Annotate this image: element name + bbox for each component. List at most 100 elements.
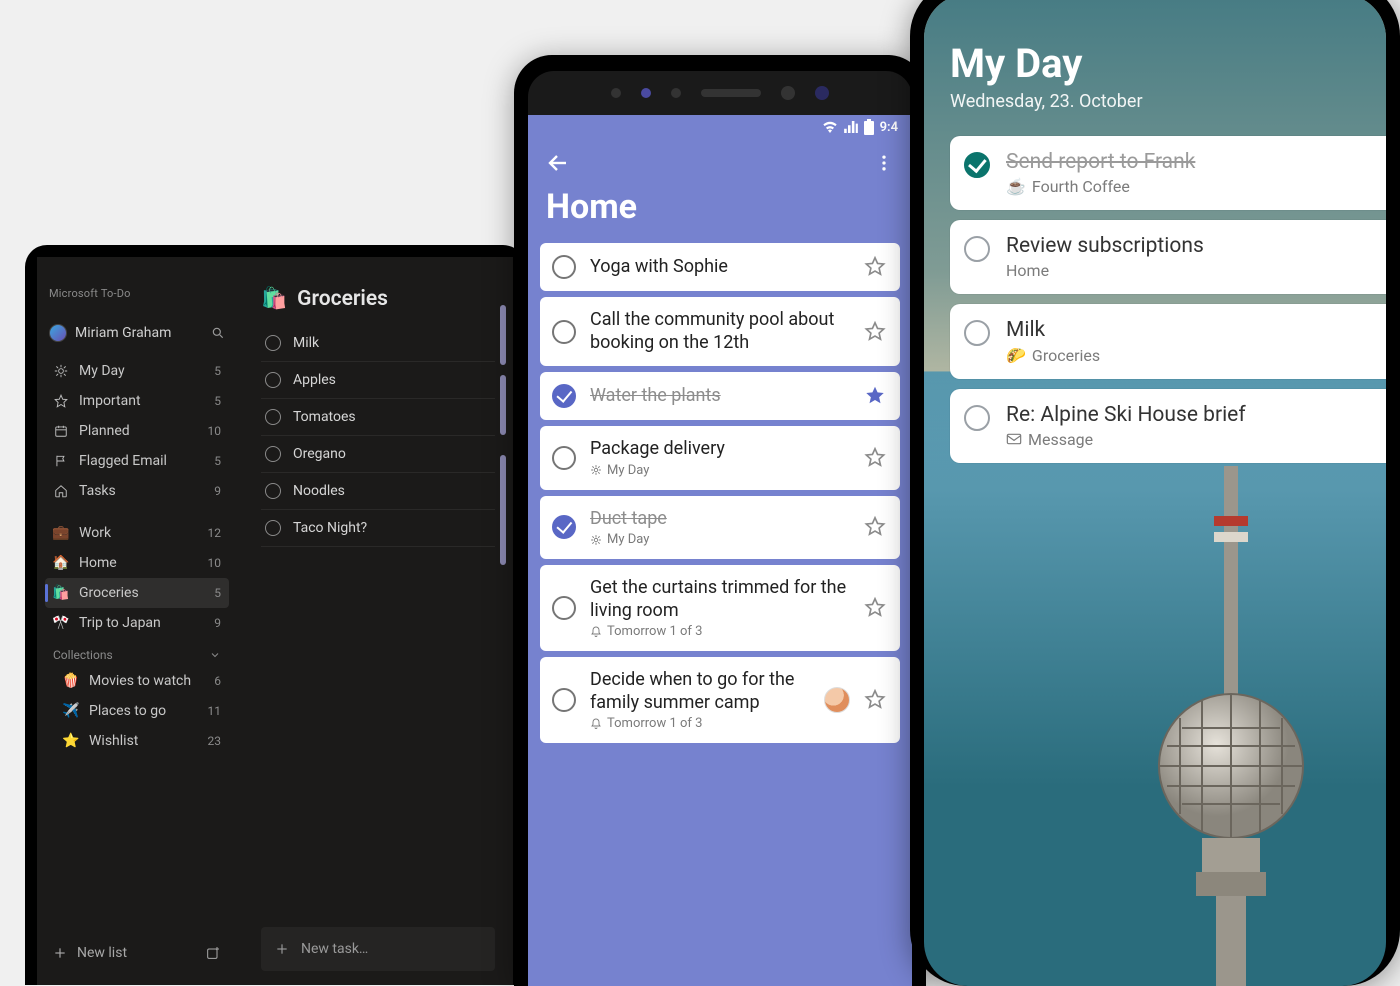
star-toggle[interactable]: [864, 446, 888, 470]
star-toggle[interactable]: [864, 384, 888, 408]
complete-toggle[interactable]: [552, 255, 576, 279]
complete-toggle[interactable]: [552, 446, 576, 470]
complete-toggle[interactable]: [265, 335, 281, 351]
star-toggle[interactable]: [864, 320, 888, 344]
complete-toggle[interactable]: [964, 320, 990, 346]
task-title: Milk: [1006, 318, 1372, 343]
cal-icon: [53, 423, 69, 439]
task-row[interactable]: Milk: [261, 325, 495, 362]
task-card[interactable]: Call the community pool about booking on…: [540, 297, 900, 366]
task-card[interactable]: Decide when to go for the family summer …: [540, 657, 900, 743]
volume-down-button[interactable]: [500, 375, 506, 435]
task-body: Package deliveryMy Day: [590, 438, 850, 478]
task-card[interactable]: Milk🌮Groceries: [950, 304, 1386, 378]
complete-toggle[interactable]: [552, 384, 576, 408]
task-card[interactable]: Water the plants: [540, 372, 900, 420]
avatar: [49, 324, 67, 342]
list-icon: 🍿: [63, 673, 79, 689]
list-emoji-icon: ☕: [1006, 177, 1026, 196]
collections-label: Collections: [53, 648, 113, 662]
complete-toggle[interactable]: [265, 520, 281, 536]
complete-toggle[interactable]: [964, 405, 990, 431]
task-row[interactable]: Noodles: [261, 473, 495, 510]
complete-toggle[interactable]: [964, 152, 990, 178]
star-toggle[interactable]: [864, 596, 888, 620]
task-row[interactable]: Taco Night?: [261, 510, 495, 547]
tablet-screen: Microsoft To-Do Miriam Graham My Day5Imp…: [37, 257, 513, 985]
search-icon[interactable]: [211, 326, 225, 340]
task-card[interactable]: Review subscriptionsHome: [950, 220, 1386, 294]
task-title: Get the curtains trimmed for the living …: [590, 577, 850, 622]
task-title: Call the community pool about booking on…: [590, 309, 850, 354]
complete-toggle[interactable]: [265, 446, 281, 462]
myday-header: My Day Wednesday, 23. October: [924, 0, 1386, 122]
sidebar-item-trip-to-japan[interactable]: 🎌Trip to Japan9: [45, 608, 229, 638]
complete-toggle[interactable]: [552, 320, 576, 344]
flag-icon: [53, 453, 69, 469]
battery-icon: [864, 119, 874, 135]
task-card[interactable]: Re: Alpine Ski House briefMessage: [950, 389, 1386, 463]
complete-toggle[interactable]: [265, 372, 281, 388]
sidebar-item-places-to-go[interactable]: ✈️Places to go11: [55, 696, 229, 726]
sidebar-item-count: 23: [203, 734, 221, 748]
sidebar-item-label: Home: [79, 555, 193, 571]
power-button[interactable]: [500, 455, 506, 565]
sidebar-item-count: 5: [203, 586, 221, 600]
android-device: 9:4 Home Yoga with SophieCall the commun…: [514, 55, 926, 986]
task-title: Decide when to go for the family summer …: [590, 669, 810, 714]
task-subtitle: Home: [1006, 261, 1372, 280]
task-row[interactable]: Oregano: [261, 436, 495, 473]
task-card[interactable]: Get the curtains trimmed for the living …: [540, 565, 900, 651]
sidebar-item-home[interactable]: 🏠Home10: [45, 548, 229, 578]
star-toggle[interactable]: [864, 515, 888, 539]
new-group-icon[interactable]: [205, 945, 221, 961]
home-icon: [53, 483, 69, 499]
task-subtitle: Message: [1006, 430, 1372, 449]
task-card[interactable]: Send report to Frank☕Fourth Coffee: [950, 136, 1386, 210]
task-subtitle-text: My Day: [607, 463, 649, 478]
task-body: Get the curtains trimmed for the living …: [590, 577, 850, 639]
sidebar-item-count: 11: [203, 704, 221, 718]
task-body: Review subscriptionsHome: [1006, 234, 1372, 280]
sidebar-item-planned[interactable]: Planned10: [45, 416, 229, 446]
task-card[interactable]: Package deliveryMy Day: [540, 426, 900, 490]
task-subtitle-text: My Day: [607, 532, 649, 547]
complete-toggle[interactable]: [964, 236, 990, 262]
new-task-placeholder: New task…: [301, 941, 368, 957]
list-title: Home: [540, 183, 900, 243]
user-row[interactable]: Miriam Graham: [45, 318, 229, 356]
complete-toggle[interactable]: [265, 409, 281, 425]
sidebar-item-count: 9: [203, 484, 221, 498]
sidebar-item-important[interactable]: Important5: [45, 386, 229, 416]
complete-toggle[interactable]: [552, 688, 576, 712]
sidebar-item-wishlist[interactable]: ⭐Wishlist23: [55, 726, 229, 756]
volume-up-button[interactable]: [500, 305, 506, 365]
task-card[interactable]: Yoga with Sophie: [540, 243, 900, 291]
sidebar-item-groceries[interactable]: 🛍️Groceries5: [45, 578, 229, 608]
sidebar-item-my-day[interactable]: My Day5: [45, 356, 229, 386]
new-task-input[interactable]: New task…: [261, 927, 495, 971]
complete-toggle[interactable]: [552, 515, 576, 539]
star-toggle[interactable]: [864, 688, 888, 712]
task-title: Water the plants: [590, 385, 850, 408]
back-icon[interactable]: [546, 151, 570, 175]
sun-icon: [53, 363, 69, 379]
sidebar-item-work[interactable]: 💼Work12: [45, 518, 229, 548]
sidebar-item-flagged-email[interactable]: Flagged Email5: [45, 446, 229, 476]
task-card[interactable]: Duct tapeMy Day: [540, 496, 900, 560]
task-row[interactable]: Apples: [261, 362, 495, 399]
new-list-row[interactable]: New list: [45, 935, 229, 985]
complete-toggle[interactable]: [265, 483, 281, 499]
complete-toggle[interactable]: [552, 596, 576, 620]
star-toggle[interactable]: [864, 255, 888, 279]
collections-header[interactable]: Collections: [45, 638, 229, 666]
sidebar-item-label: My Day: [79, 363, 193, 379]
task-title: Apples: [293, 372, 336, 388]
task-row[interactable]: Tomatoes: [261, 399, 495, 436]
sidebar-item-movies-to-watch[interactable]: 🍿Movies to watch6: [55, 666, 229, 696]
task-subtitle: Tomorrow 1 of 3: [590, 716, 810, 731]
task-body: Milk🌮Groceries: [1006, 318, 1372, 364]
task-body: Duct tapeMy Day: [590, 508, 850, 548]
sidebar-item-tasks[interactable]: Tasks9: [45, 476, 229, 506]
overflow-icon[interactable]: [874, 153, 894, 173]
